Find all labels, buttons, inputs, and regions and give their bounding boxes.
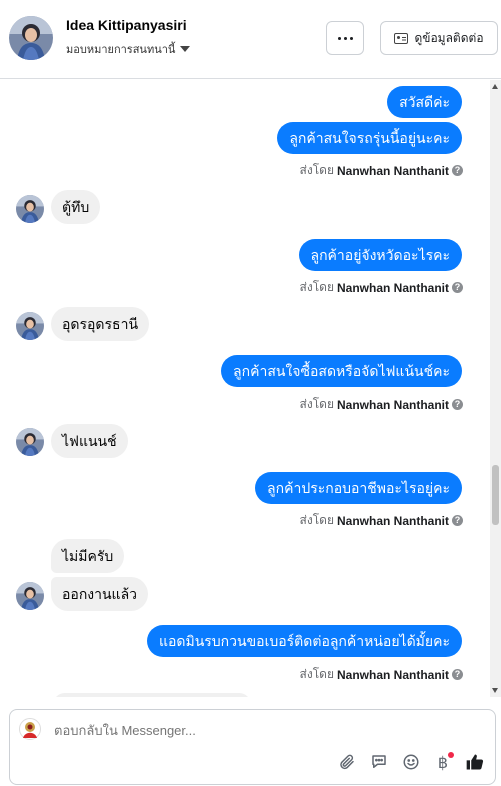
partial-incoming-message: [53, 693, 251, 697]
outgoing-message[interactable]: ลูกค้าอยู่จังหวัดอะไรคะ: [298, 239, 462, 271]
more-options-button[interactable]: [326, 21, 364, 55]
more-dot: [343, 36, 347, 40]
outgoing-message[interactable]: แอดมินรบกวนขอเบอร์ติดต่อลูกค้าหน่อยได้มั…: [146, 625, 462, 657]
baht-icon[interactable]: ฿: [433, 752, 454, 772]
more-dot: [337, 36, 341, 40]
conversation-header: Idea Kittipanyasiri มอบหมายการสนทนานี้ ด…: [0, 0, 501, 79]
reply-input[interactable]: [54, 723, 454, 738]
sent-by-prefix: ส่งโดย: [299, 280, 334, 294]
contact-name[interactable]: Idea Kittipanyasiri: [66, 17, 187, 33]
view-contact-label: ดูข้อมูลติดต่อ: [414, 30, 484, 45]
scroll-thumb[interactable]: [492, 465, 499, 525]
thumbs-up-icon[interactable]: [465, 752, 485, 772]
sent-by-label: ส่งโดย Nanwhan Nanthanit ?: [300, 161, 463, 180]
incoming-message[interactable]: อุดรอุดรธานี: [51, 307, 150, 341]
composer-toolbar: ฿: [337, 752, 485, 772]
sent-by-name[interactable]: Nanwhan Nanthanit: [337, 164, 449, 178]
info-icon[interactable]: ?: [452, 282, 463, 293]
assign-label: มอบหมายการสนทนานี้: [66, 44, 176, 56]
contact-avatar-small[interactable]: [16, 312, 44, 340]
caret-down-icon: [180, 46, 191, 52]
incoming-message[interactable]: ออกงานแล้ว: [51, 577, 149, 611]
sent-by-prefix: ส่งโดย: [299, 397, 334, 411]
contact-avatar[interactable]: [9, 16, 53, 60]
contact-avatar-small[interactable]: [16, 428, 44, 456]
sent-by-name[interactable]: Nanwhan Nanthanit: [337, 514, 449, 528]
sent-by-prefix: ส่งโดย: [299, 163, 334, 177]
info-icon[interactable]: ?: [452, 669, 463, 680]
assign-conversation-dropdown[interactable]: มอบหมายการสนทนานี้: [66, 40, 191, 58]
info-icon[interactable]: ?: [452, 165, 463, 176]
sent-by-name[interactable]: Nanwhan Nanthanit: [337, 281, 449, 295]
chat-bubbles-icon[interactable]: [369, 752, 389, 772]
sent-by-label: ส่งโดย Nanwhan Nanthanit ?: [300, 665, 463, 684]
incoming-message[interactable]: ไม่มีครับ: [51, 539, 125, 573]
sent-by-prefix: ส่งโดย: [299, 667, 334, 681]
paperclip-icon[interactable]: [337, 752, 357, 772]
message-thread: สวัสดีค่ะ ลูกค้าสนใจรถรุ่นนี้อยู่นะคะ ส่…: [0, 80, 490, 697]
sent-by-label: ส่งโดย Nanwhan Nanthanit ?: [300, 511, 463, 530]
sent-by-name[interactable]: Nanwhan Nanthanit: [337, 668, 449, 682]
outgoing-message[interactable]: สวัสดีค่ะ: [387, 86, 462, 118]
contact-avatar-small[interactable]: [16, 582, 44, 610]
view-contact-button[interactable]: ดูข้อมูลติดต่อ: [380, 21, 498, 55]
reply-composer: ฿: [9, 709, 496, 785]
outgoing-message[interactable]: ลูกค้าประกอบอาชีพอะไรอยู่คะ: [255, 472, 462, 504]
baht-glyph: ฿: [437, 752, 449, 772]
sent-by-name[interactable]: Nanwhan Nanthanit: [337, 398, 449, 412]
contact-card-icon: [394, 32, 409, 44]
page-avatar: [19, 718, 41, 740]
smiley-icon[interactable]: [401, 752, 421, 772]
sent-by-label: ส่งโดย Nanwhan Nanthanit ?: [300, 395, 463, 414]
info-icon[interactable]: ?: [452, 515, 463, 526]
info-icon[interactable]: ?: [452, 399, 463, 410]
sent-by-label: ส่งโดย Nanwhan Nanthanit ?: [300, 278, 463, 297]
notification-dot: [448, 752, 454, 758]
outgoing-message[interactable]: ลูกค้าสนใจรถรุ่นนี้อยู่นะคะ: [277, 122, 462, 154]
thread-scrollbar[interactable]: [490, 80, 501, 697]
more-dot: [349, 36, 353, 40]
scroll-up-arrow-icon[interactable]: [492, 84, 498, 89]
incoming-message[interactable]: ตู้ทึบ: [51, 190, 101, 224]
scroll-down-arrow-icon[interactable]: [492, 688, 498, 693]
incoming-message[interactable]: ไฟแนนช์: [51, 424, 128, 458]
sent-by-prefix: ส่งโดย: [299, 513, 334, 527]
outgoing-message[interactable]: ลูกค้าสนใจซื้อสดหรือจัดไฟแน้นช์คะ: [221, 355, 462, 387]
contact-avatar-small[interactable]: [16, 195, 44, 223]
